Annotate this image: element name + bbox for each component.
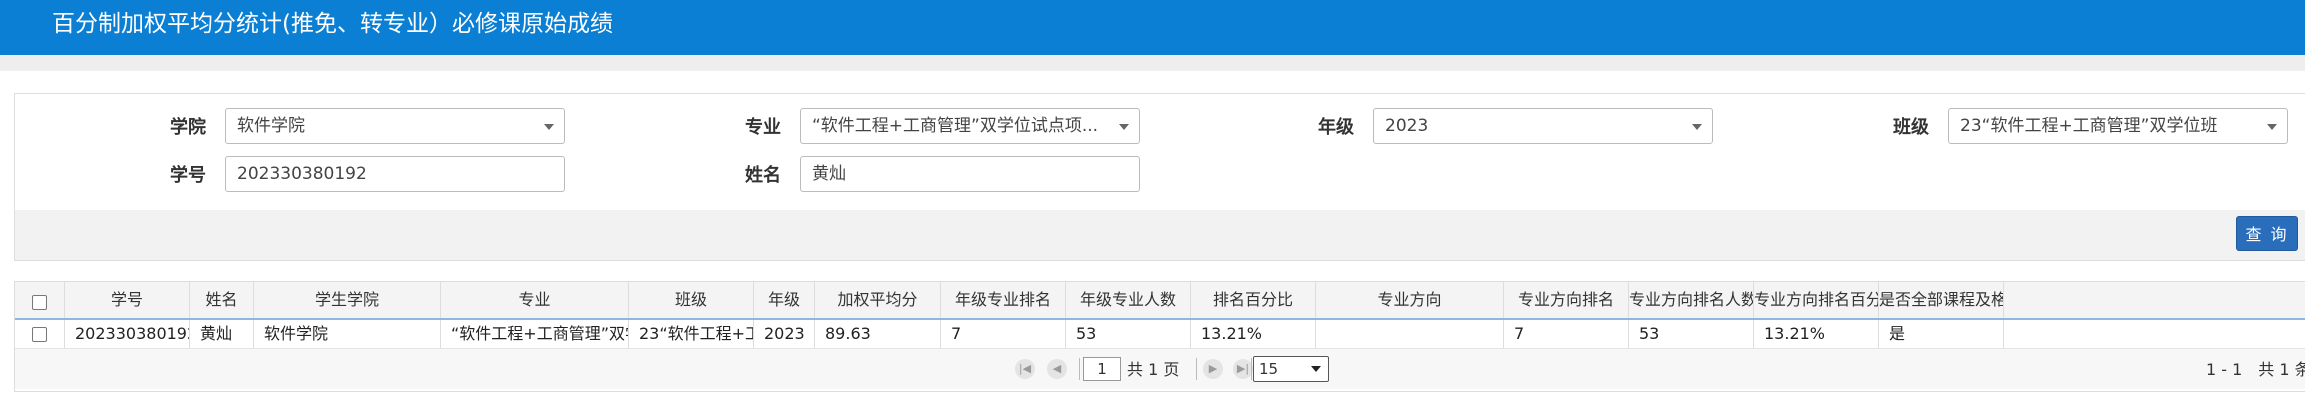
column-header[interactable]: 班级: [629, 282, 754, 318]
table-cell: 202330380192: [65, 320, 190, 348]
grade-label: 年级: [1318, 117, 1354, 138]
table-cell: 53: [1066, 320, 1191, 348]
table-cell: 13.21%: [1191, 320, 1316, 348]
column-header[interactable]: 专业方向排名人数: [1629, 282, 1754, 318]
chevron-down-icon: [2267, 124, 2277, 130]
results-grid: 学号 姓名 学生学院 专业 班级 年级 加权平均分 年级专业排名 年级专业人数 …: [14, 281, 2305, 392]
college-label: 学院: [170, 117, 206, 138]
column-header[interactable]: 姓名: [190, 282, 254, 318]
table-cell: 23“软件工程+工商管理”双学位班: [629, 320, 754, 348]
header-separator: [0, 55, 2305, 71]
row-select-cell: [15, 320, 65, 348]
grade-select-value: 2023: [1385, 116, 1429, 136]
grid-header: 学号 姓名 学生学院 专业 班级 年级 加权平均分 年级专业排名 年级专业人数 …: [15, 282, 2305, 320]
student-id-input[interactable]: 202330380192: [225, 156, 565, 192]
next-page-icon[interactable]: ▶: [1203, 359, 1223, 379]
total-pages-text: 共 1 页: [1127, 360, 1180, 379]
column-header[interactable]: 专业方向排名百分比: [1754, 282, 1879, 318]
college-select[interactable]: 软件学院: [225, 108, 565, 144]
college-select-value: 软件学院: [237, 116, 305, 136]
column-header[interactable]: 专业方向排名: [1504, 282, 1629, 318]
select-all-checkbox[interactable]: [32, 295, 47, 310]
pager-divider: [1079, 358, 1080, 380]
first-page-icon[interactable]: |◀: [1015, 359, 1035, 379]
last-page-icon[interactable]: ▶|: [1233, 359, 1253, 379]
select-all-cell: [15, 282, 65, 318]
class-select[interactable]: 23“软件工程+工商管理”双学位班: [1948, 108, 2288, 144]
table-cell: 53: [1629, 320, 1754, 348]
pager-divider: [1251, 358, 1252, 380]
name-label: 姓名: [745, 165, 781, 186]
major-label: 专业: [745, 117, 781, 138]
column-header[interactable]: 年级专业人数: [1066, 282, 1191, 318]
column-header[interactable]: 年级专业排名: [941, 282, 1066, 318]
pagination-bar: |◀ ◀ 1 共 1 页 ▶ ▶| 15 1 - 1 共 1 条: [15, 349, 2305, 389]
filter-panel: 学院 软件学院 专业 “软件工程+工商管理”双学位试点项... 年级 2023 …: [14, 93, 2305, 212]
header-bar: 百分制加权平均分统计(推免、转专业）必修课原始成绩: [0, 0, 2305, 55]
record-summary: 1 - 1 共 1 条: [2206, 360, 2305, 379]
class-select-value: 23“软件工程+工商管理”双学位班: [1960, 116, 2218, 136]
column-header[interactable]: 学生学院: [254, 282, 441, 318]
table-cell: 软件学院: [254, 320, 441, 348]
prev-page-icon[interactable]: ◀: [1047, 359, 1067, 379]
table-cell: 7: [941, 320, 1066, 348]
chevron-down-icon: [1692, 124, 1702, 130]
table-cell: 7: [1504, 320, 1629, 348]
column-header[interactable]: 年级: [754, 282, 815, 318]
student-id-label: 学号: [170, 165, 206, 186]
table-cell: “软件工程+工商管理”双学位试点项目: [441, 320, 629, 348]
table-row[interactable]: 202330380192 黄灿 软件学院 “软件工程+工商管理”双学位试点项目 …: [15, 320, 2305, 349]
name-input[interactable]: 黄灿: [800, 156, 1140, 192]
table-cell: 是: [1879, 320, 2004, 348]
major-select[interactable]: “软件工程+工商管理”双学位试点项...: [800, 108, 1140, 144]
column-header[interactable]: 学号: [65, 282, 190, 318]
row-checkbox[interactable]: [32, 327, 47, 342]
action-bar: [14, 210, 2305, 261]
page-number-input[interactable]: 1: [1083, 357, 1121, 381]
table-cell: 2023: [754, 320, 815, 348]
column-header[interactable]: 专业方向: [1316, 282, 1504, 318]
column-header[interactable]: 专业: [441, 282, 629, 318]
table-cell: 89.63: [815, 320, 941, 348]
table-cell: 黄灿: [190, 320, 254, 348]
table-cell: [1316, 320, 1504, 348]
page-size-select[interactable]: 15: [1253, 356, 1329, 382]
grade-select[interactable]: 2023: [1373, 108, 1713, 144]
query-button[interactable]: 查 询: [2236, 216, 2298, 251]
major-select-value: “软件工程+工商管理”双学位试点项...: [812, 116, 1099, 136]
page-size-value: 15: [1259, 360, 1279, 378]
chevron-down-icon: [1311, 366, 1321, 372]
table-cell: 13.21%: [1754, 320, 1879, 348]
class-label: 班级: [1893, 117, 1929, 138]
chevron-down-icon: [544, 124, 554, 130]
chevron-down-icon: [1119, 124, 1129, 130]
column-header[interactable]: 是否全部课程及格: [1879, 282, 2004, 318]
column-header[interactable]: 排名百分比: [1191, 282, 1316, 318]
page-title: 百分制加权平均分统计(推免、转专业）必修课原始成绩: [52, 11, 613, 37]
pager-divider: [1196, 358, 1197, 380]
column-header[interactable]: 加权平均分: [815, 282, 941, 318]
